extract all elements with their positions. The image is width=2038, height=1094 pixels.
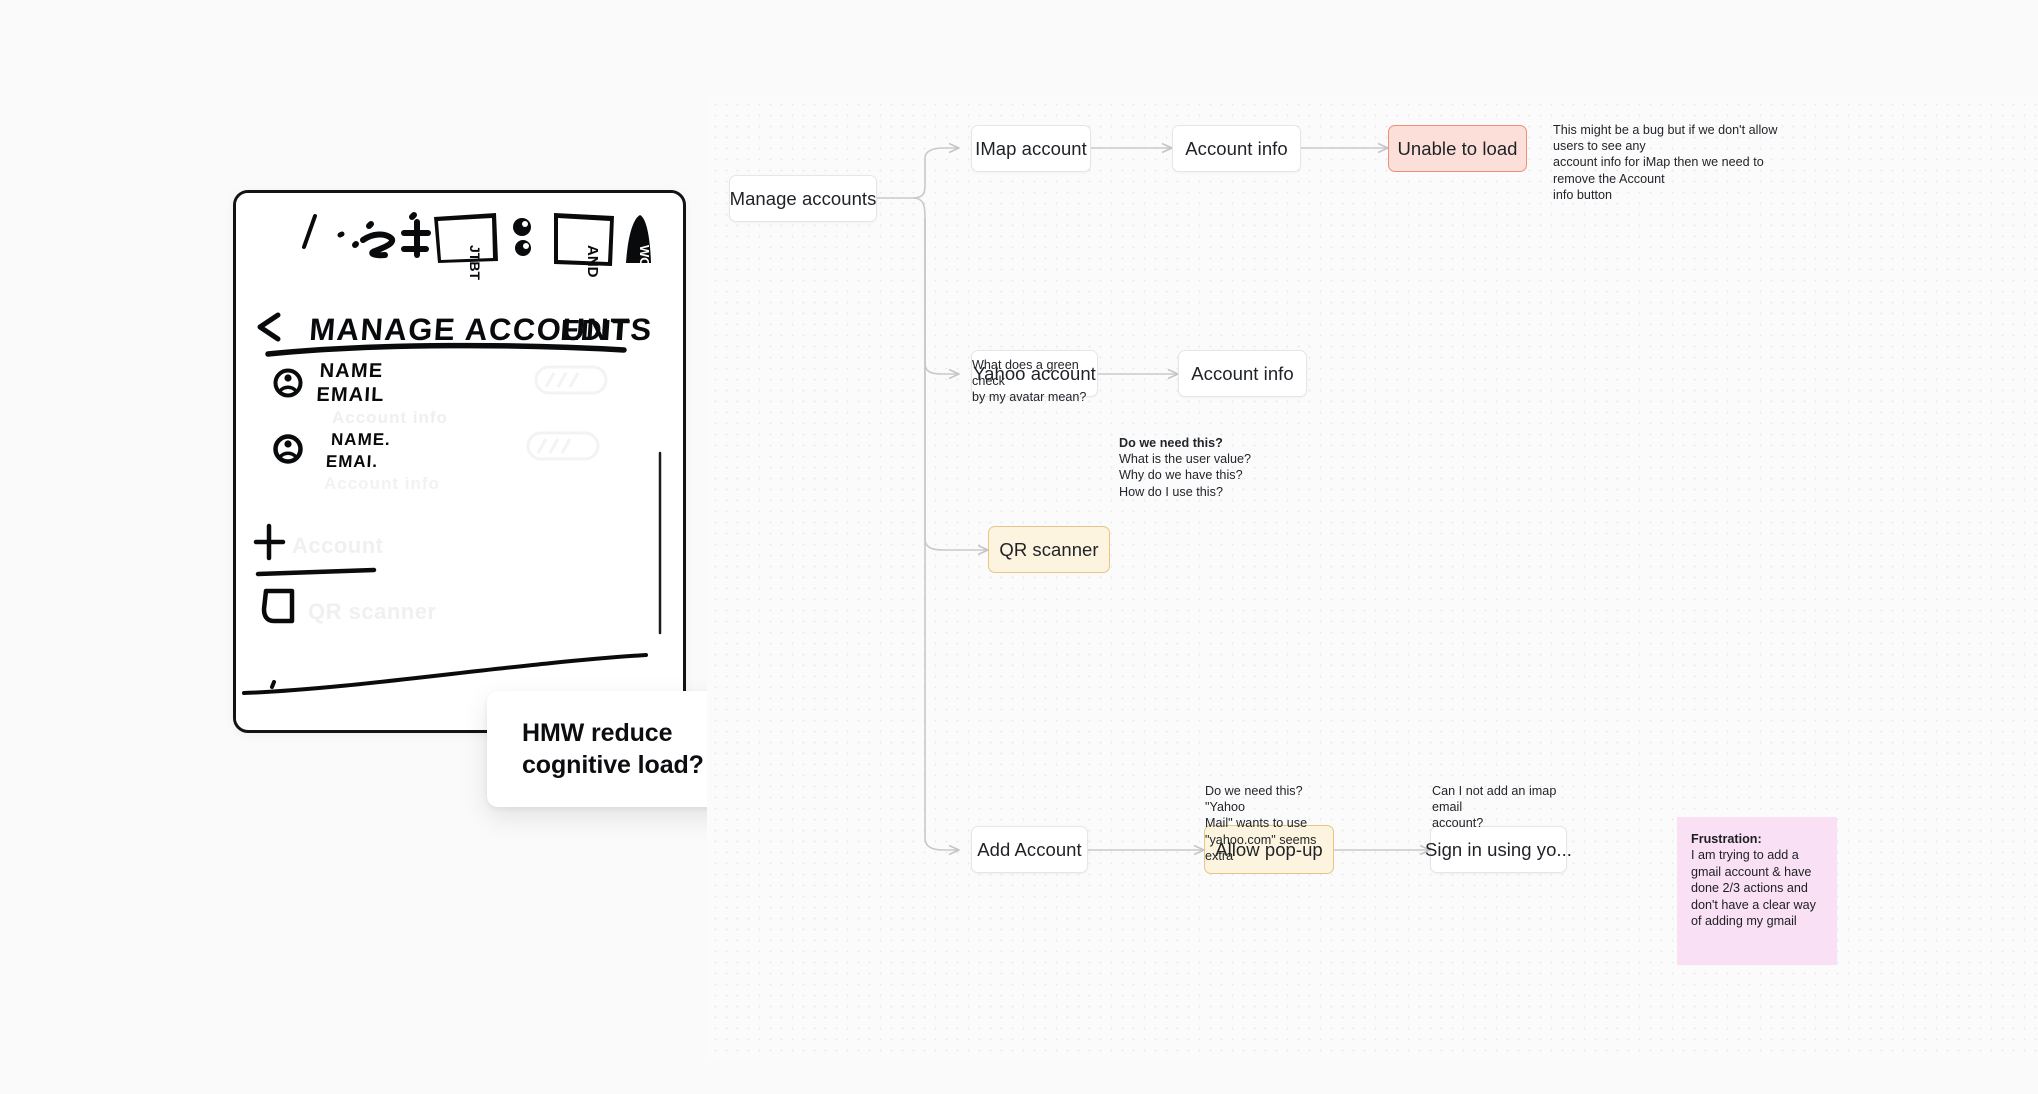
sticky-note-body: I am trying to add a gmail account & hav… <box>1691 848 1816 929</box>
node-label: Sign in using yo... <box>1425 838 1572 860</box>
node-sign-in-using[interactable]: Sign in using yo... <box>1425 826 1572 873</box>
sketch-screenshot-card[interactable]: JTBT AND WORK MANAGE ACCOUNTS EDIT NAME … <box>233 190 686 733</box>
node-label: Account info <box>1185 137 1288 159</box>
node-qr-scanner[interactable]: QR scanner <box>988 526 1110 573</box>
annotation-qr-questions: Do we need this? What is the user value?… <box>1119 435 1279 500</box>
flow-connectors <box>877 96 2038 1058</box>
node-label: Add Account <box>977 838 1082 860</box>
hmw-title: HMW reduce cognitive load? <box>522 717 704 781</box>
svg-text:Account: Account <box>292 533 384 558</box>
annotation-line: info button <box>1553 187 1613 202</box>
connector-to-add-account <box>924 218 959 850</box>
annotation-line: Can I not add an imap email <box>1432 784 1557 815</box>
annotation-line: Mail" wants to use <box>1205 816 1308 831</box>
annotation-green-check: What does a green check by my avatar mea… <box>972 357 1112 406</box>
svg-text:NAME: NAME <box>319 360 384 382</box>
annotation-line: Why do we have this? <box>1119 468 1243 483</box>
sticky-note-frustration[interactable]: Frustration: I am trying to add a gmail … <box>1677 817 1837 965</box>
hmw-line-1: HMW reduce <box>522 719 673 747</box>
annotation-line: account? <box>1432 816 1484 831</box>
svg-text:Account info: Account info <box>324 474 440 493</box>
annotation-heading: Do we need this? <box>1119 436 1223 450</box>
svg-text:WORK: WORK <box>637 245 652 287</box>
annotation-line: This might be a bug but if we don't allo… <box>1553 123 1778 154</box>
node-label: IMap account <box>975 137 1087 159</box>
flow-diagram-panel[interactable]: Manage accounts IMap account Account inf… <box>707 96 2038 1058</box>
sketch-drawing: JTBT AND WORK MANAGE ACCOUNTS EDIT NAME … <box>236 193 676 723</box>
sticky-note-heading: Frustration: <box>1691 832 1762 846</box>
svg-text:EMAI.: EMAI. <box>325 452 378 471</box>
annotation-imap-bug: This might be a bug but if we don't allo… <box>1553 122 1801 203</box>
annotation-line: account info for iMap then we need to re… <box>1553 155 1764 186</box>
svg-text:EDIT: EDIT <box>559 315 631 347</box>
svg-text:EMAIL: EMAIL <box>316 384 385 406</box>
svg-text:JTBT: JTBT <box>467 245 483 280</box>
node-account-info-imap[interactable]: Account info <box>1172 125 1301 172</box>
node-unable-to-load[interactable]: Unable to load <box>1388 125 1527 172</box>
svg-text:AND: AND <box>584 245 601 278</box>
annotation-line: What is the user value? <box>1119 452 1252 467</box>
node-label: Manage accounts <box>729 187 877 209</box>
annotation-line: How do I use this? <box>1119 484 1223 499</box>
svg-text:QR scanner: QR scanner <box>308 599 437 624</box>
annotation-line: What does a green check <box>972 358 1079 389</box>
node-imap-account[interactable]: IMap account <box>971 125 1091 172</box>
annotation-imap-question: Can I not add an imap email account? <box>1432 783 1567 832</box>
annotation-popup-extra: Do we need this? "Yahoo Mail" wants to u… <box>1205 783 1327 864</box>
node-account-info-yahoo[interactable]: Account info <box>1178 350 1307 397</box>
node-manage-accounts[interactable]: Manage accounts <box>729 175 877 222</box>
svg-text:Account info: Account info <box>332 408 448 427</box>
annotation-line: Do we need this? "Yahoo <box>1205 784 1303 815</box>
annotation-line: by my avatar mean? <box>972 390 1087 405</box>
hmw-line-2: cognitive load? <box>522 751 704 779</box>
connector-to-imap <box>912 148 959 199</box>
connector-to-yahoo <box>912 197 959 374</box>
node-label: Unable to load <box>1397 137 1518 159</box>
node-label: Account info <box>1191 362 1294 384</box>
annotation-line: "yahoo.com" seems extra <box>1205 832 1317 863</box>
node-label: QR scanner <box>999 538 1099 560</box>
node-add-account[interactable]: Add Account <box>971 826 1088 873</box>
svg-text:NAME.: NAME. <box>331 430 392 449</box>
